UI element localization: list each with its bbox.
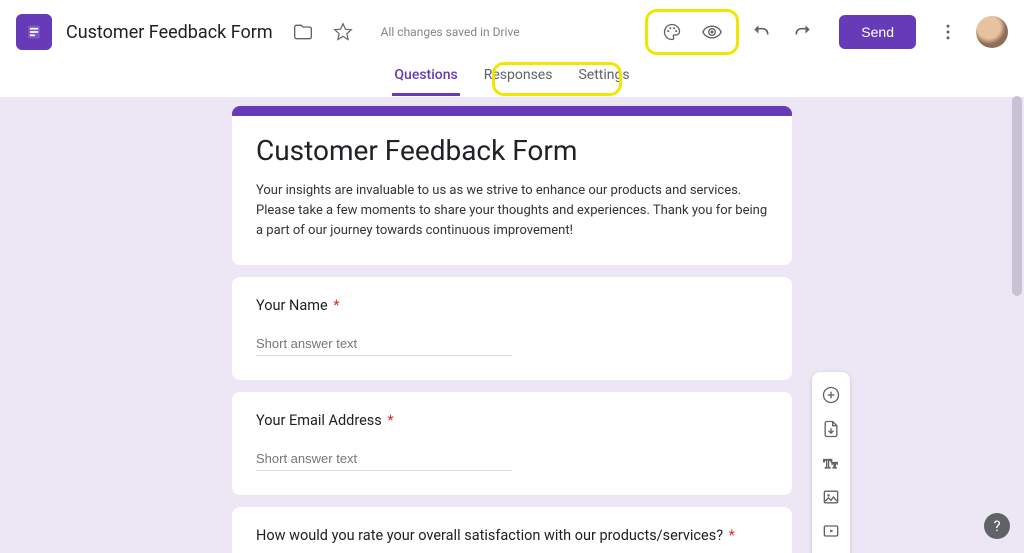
vertical-scrollbar[interactable] xyxy=(1010,96,1024,553)
svg-text:T: T xyxy=(832,461,838,470)
question-text: Your Name xyxy=(256,297,328,314)
move-to-folder-icon[interactable] xyxy=(285,14,321,50)
redo-icon[interactable] xyxy=(785,14,821,50)
undo-icon[interactable] xyxy=(743,14,779,50)
form-workspace: Customer Feedback Form Your insights are… xyxy=(0,96,1024,553)
tabs-row: Questions Responses Settings xyxy=(16,56,1008,96)
header-top-row: Customer Feedback Form All changes saved… xyxy=(16,8,1008,56)
document-title[interactable]: Customer Feedback Form xyxy=(66,22,273,43)
header-actions: Send xyxy=(645,9,1008,55)
form-title[interactable]: Customer Feedback Form xyxy=(256,134,768,167)
highlight-theme-preview xyxy=(645,9,739,55)
help-icon[interactable]: ? xyxy=(984,513,1010,539)
question-label: Your Name * xyxy=(256,297,768,314)
question-text: How would you rate your overall satisfac… xyxy=(256,527,723,544)
form-description[interactable]: Your insights are invaluable to us as we… xyxy=(256,181,768,241)
short-answer-input xyxy=(256,332,512,356)
customize-theme-icon[interactable] xyxy=(654,14,690,50)
preview-icon[interactable] xyxy=(694,14,730,50)
question-card-satisfaction[interactable]: How would you rate your overall satisfac… xyxy=(232,507,792,553)
question-text: Your Email Address xyxy=(256,412,382,429)
add-question-icon[interactable] xyxy=(812,378,850,412)
add-title-icon[interactable]: TT xyxy=(812,446,850,480)
star-icon[interactable] xyxy=(325,14,361,50)
required-marker: * xyxy=(729,527,735,544)
import-questions-icon[interactable] xyxy=(812,412,850,446)
app-header: Customer Feedback Form All changes saved… xyxy=(0,0,1024,97)
send-button[interactable]: Send xyxy=(839,15,916,49)
account-avatar[interactable] xyxy=(976,16,1008,48)
question-label: Your Email Address * xyxy=(256,412,768,429)
question-label: How would you rate your overall satisfac… xyxy=(256,527,768,544)
add-video-icon[interactable] xyxy=(812,514,850,548)
form-column: Customer Feedback Form Your insights are… xyxy=(232,106,792,553)
add-image-icon[interactable] xyxy=(812,480,850,514)
more-options-icon[interactable] xyxy=(930,14,966,50)
required-marker: * xyxy=(333,297,339,314)
question-card-name[interactable]: Your Name * xyxy=(232,277,792,380)
required-marker: * xyxy=(387,412,393,429)
tab-settings[interactable]: Settings xyxy=(576,57,631,96)
floating-toolbar: TT xyxy=(812,372,850,553)
forms-logo-icon[interactable] xyxy=(16,14,52,50)
scrollbar-thumb[interactable] xyxy=(1012,96,1022,296)
short-answer-input xyxy=(256,447,512,471)
save-status-text: All changes saved in Drive xyxy=(381,25,520,39)
question-card-email[interactable]: Your Email Address * xyxy=(232,392,792,495)
form-header-card[interactable]: Customer Feedback Form Your insights are… xyxy=(232,106,792,265)
tab-questions[interactable]: Questions xyxy=(392,57,459,96)
tab-responses[interactable]: Responses xyxy=(482,57,555,96)
add-section-icon[interactable] xyxy=(812,548,850,553)
